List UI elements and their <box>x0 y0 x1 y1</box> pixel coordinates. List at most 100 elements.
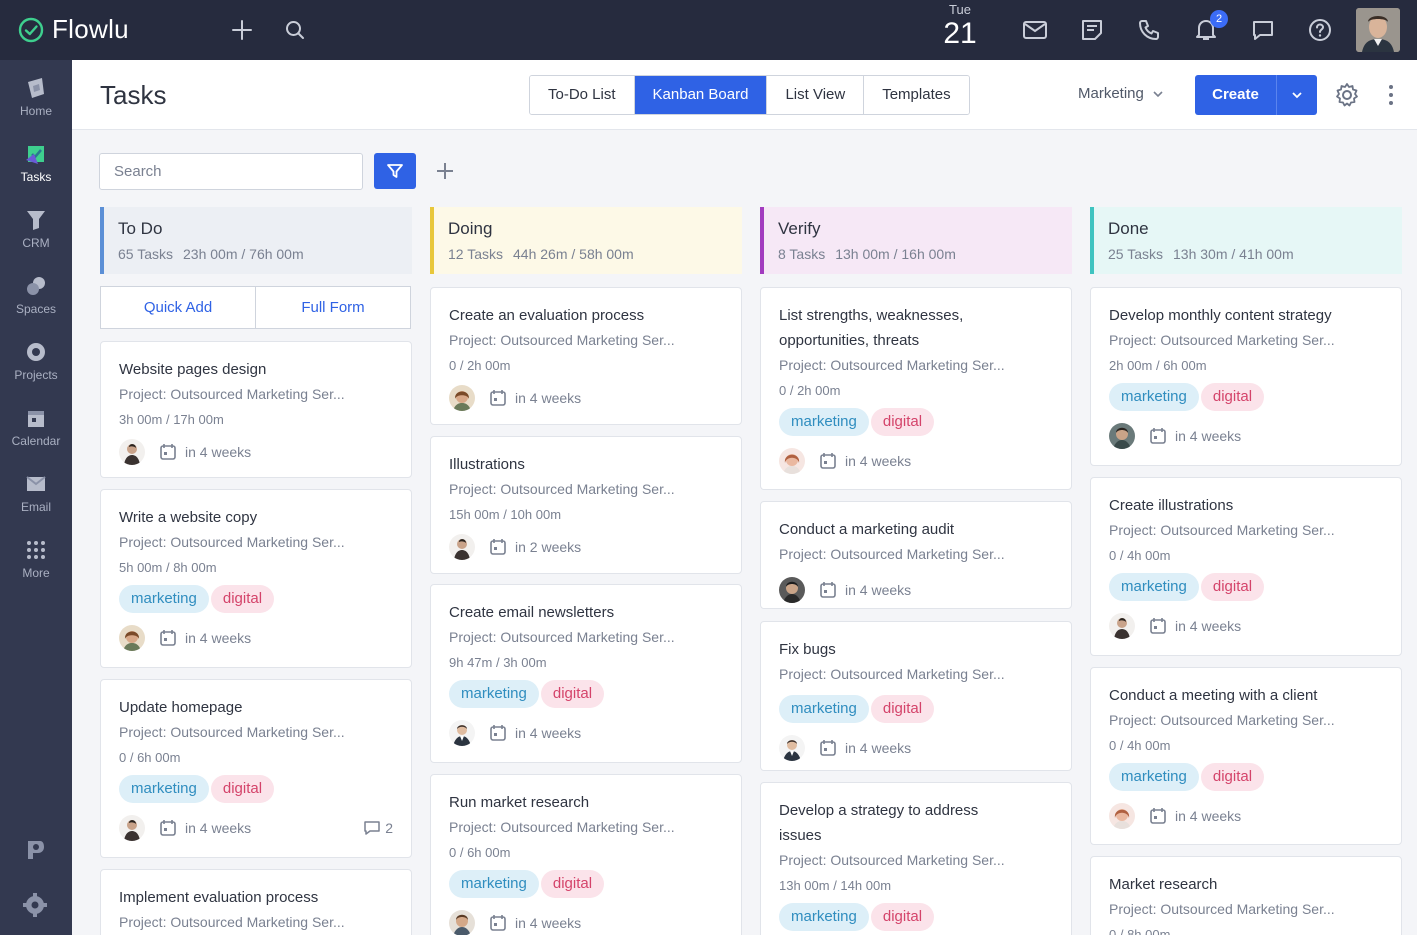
tag-marketing[interactable]: marketing <box>119 775 209 803</box>
sidebar-item-crm[interactable]: CRM <box>0 208 72 268</box>
sidebar-item-projects[interactable]: Projects <box>0 340 72 400</box>
tag-digital[interactable]: digital <box>1200 763 1265 791</box>
add-column-button[interactable] <box>432 158 458 184</box>
sidebar-item-tasks[interactable]: Tasks <box>0 142 72 202</box>
plus-icon <box>437 163 453 179</box>
tag-marketing[interactable]: marketing <box>1109 573 1199 601</box>
task-card[interactable]: Market research Project: Outsourced Mark… <box>1090 856 1402 935</box>
tag-digital[interactable]: digital <box>1200 573 1265 601</box>
project-filter-select[interactable]: Marketing <box>1078 85 1164 102</box>
task-time: 0 / 6h 00m <box>449 845 511 860</box>
assignee-avatar[interactable] <box>779 577 805 603</box>
assignee-avatar[interactable] <box>1109 803 1135 829</box>
tag-digital[interactable]: digital <box>870 695 935 723</box>
task-card[interactable]: Write a website copy Project: Outsourced… <box>100 489 412 668</box>
tag-marketing[interactable]: marketing <box>119 585 209 613</box>
assignee-avatar[interactable] <box>119 815 145 841</box>
app-logo[interactable]: Flowlu <box>18 14 129 45</box>
apps-icon[interactable] <box>22 837 48 863</box>
column-count: 12 Tasks <box>448 246 503 262</box>
chat-icon[interactable] <box>1249 16 1277 44</box>
tag-marketing[interactable]: marketing <box>1109 763 1199 791</box>
task-card[interactable]: Implement evaluation process Project: Ou… <box>100 869 412 935</box>
sidebar-item-home[interactable]: Home <box>0 76 72 136</box>
gear-icon[interactable] <box>1334 82 1360 113</box>
task-card[interactable]: Run market research Project: Outsourced … <box>430 774 742 935</box>
assignee-avatar[interactable] <box>1109 613 1135 639</box>
task-time: 0 / 2h 00m <box>449 358 511 373</box>
sidebar-item-spaces[interactable]: Spaces <box>0 274 72 334</box>
tab-list-view[interactable]: List View <box>767 76 865 114</box>
tab-todo-list[interactable]: To-Do List <box>530 76 635 114</box>
assignee-avatar[interactable] <box>449 385 475 411</box>
assignee-avatar[interactable] <box>449 910 475 935</box>
assignee-avatar[interactable] <box>779 448 805 474</box>
tag-digital[interactable]: digital <box>540 870 605 898</box>
help-icon[interactable] <box>1306 16 1334 44</box>
task-card[interactable]: Website pages design Project: Outsourced… <box>100 341 412 478</box>
plus-icon[interactable] <box>228 16 256 44</box>
tag-marketing[interactable]: marketing <box>779 408 869 436</box>
tag-digital[interactable]: digital <box>210 775 275 803</box>
user-avatar[interactable] <box>1356 8 1400 52</box>
task-project: Project: Outsourced Marketing Ser... <box>449 819 675 835</box>
task-card[interactable]: Create illustrations Project: Outsourced… <box>1090 477 1402 656</box>
tag-digital[interactable]: digital <box>1200 383 1265 411</box>
task-card[interactable]: Conduct a marketing audit Project: Outso… <box>760 501 1072 609</box>
filter-button[interactable] <box>374 153 416 189</box>
tag-marketing[interactable]: marketing <box>449 680 539 708</box>
create-dropdown-button[interactable] <box>1277 75 1317 115</box>
column-header-todo[interactable]: To Do 65 Tasks 23h 00m / 76h 00m <box>100 207 412 274</box>
tag-digital[interactable]: digital <box>210 585 275 613</box>
search-input[interactable] <box>99 153 363 190</box>
column-header-done[interactable]: Done 25 Tasks 13h 30m / 41h 00m <box>1090 207 1402 274</box>
quick-add-button[interactable]: Quick Add <box>100 286 256 329</box>
mail-icon[interactable] <box>1021 16 1049 44</box>
task-card[interactable]: Conduct a meeting with a client Project:… <box>1090 667 1402 845</box>
task-card[interactable]: Develop monthly content strategy Project… <box>1090 287 1402 466</box>
assignee-avatar[interactable] <box>119 439 145 465</box>
tag-digital[interactable]: digital <box>870 903 935 931</box>
assignee-avatar[interactable] <box>449 534 475 560</box>
sidebar-item-calendar[interactable]: Calendar <box>0 406 72 466</box>
task-card[interactable]: Update homepage Project: Outsourced Mark… <box>100 679 412 858</box>
notes-icon[interactable] <box>1078 16 1106 44</box>
tag-marketing[interactable]: marketing <box>1109 383 1199 411</box>
tag-marketing[interactable]: marketing <box>449 870 539 898</box>
column-header-doing[interactable]: Doing 12 Tasks 44h 26m / 58h 00m <box>430 207 742 274</box>
tab-kanban-board[interactable]: Kanban Board <box>634 76 768 114</box>
notification-badge: 2 <box>1210 10 1228 28</box>
sidebar-item-label: Email <box>20 500 51 514</box>
assignee-avatar[interactable] <box>1109 423 1135 449</box>
sidebar-item-email[interactable]: Email <box>0 472 72 532</box>
sidebar-item-more[interactable]: More <box>0 538 72 598</box>
task-time: 15h 00m / 10h 00m <box>449 507 562 522</box>
tag-marketing[interactable]: marketing <box>779 695 869 723</box>
tag-marketing[interactable]: marketing <box>779 903 869 931</box>
settings-gear-icon[interactable] <box>22 892 48 918</box>
tag-digital[interactable]: digital <box>540 680 605 708</box>
task-card[interactable]: Fix bugs Project: Outsourced Marketing S… <box>760 621 1072 771</box>
task-card[interactable]: Illustrations Project: Outsourced Market… <box>430 436 742 574</box>
phone-icon[interactable] <box>1135 16 1163 44</box>
create-button[interactable]: Create <box>1195 75 1317 115</box>
current-date[interactable]: Tue 21 <box>940 3 980 51</box>
task-due: in 4 weeks <box>185 630 252 646</box>
more-options-icon[interactable] <box>1384 84 1398 111</box>
column-time: 44h 26m / 58h 00m <box>513 246 634 262</box>
task-card[interactable]: List strengths, weaknesses, opportunitie… <box>760 287 1072 490</box>
comments-count[interactable]: 2 <box>363 820 393 836</box>
tag-digital[interactable]: digital <box>870 408 935 436</box>
search-icon[interactable] <box>281 16 309 44</box>
assignee-avatar[interactable] <box>449 720 475 746</box>
tab-templates[interactable]: Templates <box>864 76 969 114</box>
task-card[interactable]: Develop a strategy to address issues Pro… <box>760 782 1072 935</box>
assignee-avatar[interactable] <box>779 735 805 761</box>
column-header-verify[interactable]: Verify 8 Tasks 13h 00m / 16h 00m <box>760 207 1072 274</box>
assignee-avatar[interactable] <box>119 625 145 651</box>
task-card[interactable]: Create an evaluation process Project: Ou… <box>430 287 742 425</box>
date-day: 21 <box>943 17 977 50</box>
task-card[interactable]: Create email newsletters Project: Outsou… <box>430 584 742 763</box>
full-form-button[interactable]: Full Form <box>256 286 411 329</box>
quick-add-bar: Quick Add Full Form <box>100 286 411 329</box>
